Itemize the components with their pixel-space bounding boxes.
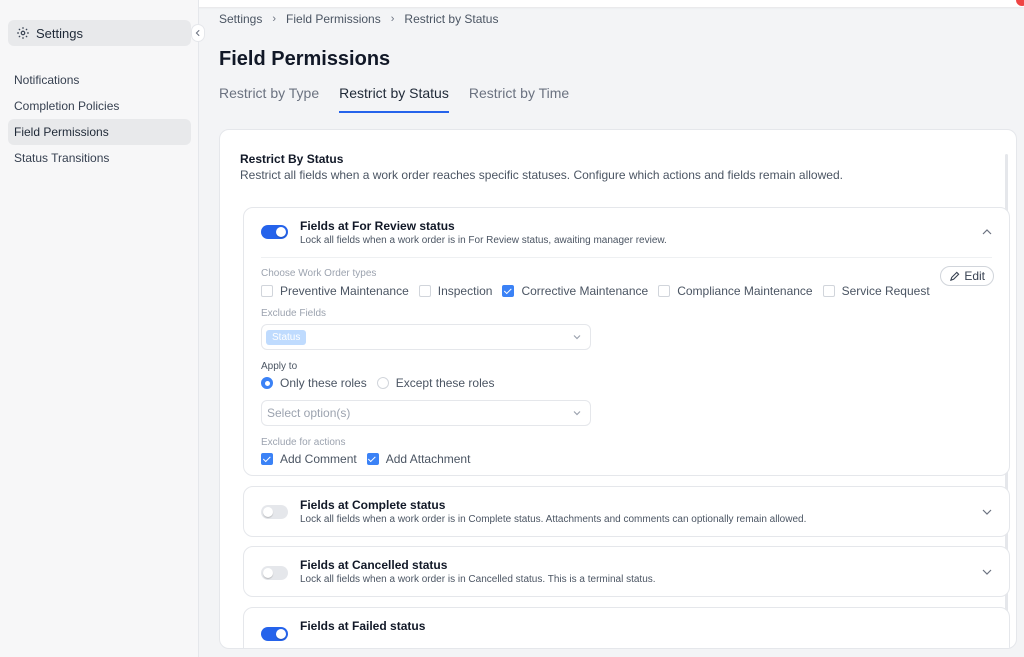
panel-description: Restrict all fields when a work order re… (240, 168, 843, 182)
action-label: Add Attachment (385, 452, 471, 466)
toggle-failed[interactable] (261, 627, 288, 641)
action-add-comment[interactable]: Add Comment (261, 452, 357, 466)
sidebar-nav: Notifications Completion Policies Field … (8, 67, 191, 171)
type-label: Corrective Maintenance (521, 284, 649, 298)
toggle-for-review[interactable] (261, 225, 288, 239)
checkbox[interactable] (366, 453, 379, 465)
apply-to-options: Only these roles Except these roles (261, 376, 504, 390)
status-card-for-review: Fields at For Review status Lock all fie… (243, 207, 1010, 476)
radio-except-these-roles[interactable]: Except these roles (376, 376, 495, 390)
chevron-left-icon (195, 29, 200, 37)
type-compliance-maintenance[interactable]: Compliance Maintenance (658, 284, 813, 298)
work-order-types-label: Choose Work Order types (261, 268, 377, 279)
type-inspection[interactable]: Inspection (418, 284, 493, 298)
type-label: Inspection (437, 284, 493, 298)
checkbox[interactable] (822, 285, 835, 297)
exclude-fields-label: Exclude Fields (261, 308, 327, 319)
chevron-down-icon[interactable] (981, 566, 993, 578)
exclude-actions-label: Exclude for actions (261, 437, 346, 448)
card-description: Lock all fields when a work order is in … (300, 514, 807, 525)
checkbox[interactable] (502, 285, 515, 297)
type-service-request[interactable]: Service Request (822, 284, 930, 298)
chevron-down-icon (573, 411, 581, 416)
sidebar-header[interactable]: Settings (8, 20, 191, 46)
tab-restrict-by-time[interactable]: Restrict by Time (469, 85, 569, 113)
card-title: Fields at Complete status (300, 498, 446, 512)
card-title: Fields at Cancelled status (300, 558, 448, 572)
chevron-right-icon: › (272, 13, 277, 25)
page-title: Field Permissions (219, 48, 391, 70)
sidebar-header-label: Settings (36, 25, 83, 41)
card-description: Lock all fields when a work order is in … (300, 235, 667, 246)
tab-restrict-by-type[interactable]: Restrict by Type (219, 85, 319, 113)
sidebar-item-field-permissions[interactable]: Field Permissions (8, 119, 191, 145)
type-label: Service Request (841, 284, 930, 298)
radio[interactable] (376, 377, 389, 389)
type-preventive-maintenance[interactable]: Preventive Maintenance (261, 284, 409, 298)
status-card-failed[interactable]: Fields at Failed status (243, 607, 1010, 648)
radio-label: Only these roles (280, 376, 367, 390)
pencil-icon (950, 271, 960, 281)
sidebar-item-notifications[interactable]: Notifications (8, 67, 191, 93)
card-title: Fields at Failed status (300, 619, 426, 633)
status-card-complete[interactable]: Fields at Complete status Lock all field… (243, 486, 1010, 537)
sidebar: Settings Notifications Completion Polici… (0, 0, 199, 657)
roles-placeholder: Select option(s) (267, 406, 351, 420)
radio-label: Except these roles (395, 376, 495, 390)
checkbox[interactable] (261, 453, 273, 465)
sidebar-item-status-transitions[interactable]: Status Transitions (8, 145, 191, 171)
tab-restrict-by-status[interactable]: Restrict by Status (339, 85, 449, 113)
toggle-cancelled[interactable] (261, 566, 288, 580)
action-add-attachment[interactable]: Add Attachment (366, 452, 471, 466)
gear-icon (16, 26, 30, 40)
type-corrective-maintenance[interactable]: Corrective Maintenance (502, 284, 648, 298)
chevron-down-icon[interactable] (981, 506, 993, 518)
divider (261, 257, 992, 258)
roles-select[interactable]: Select option(s) (261, 400, 591, 426)
panel-title: Restrict By Status (240, 152, 344, 166)
tab-bar: Restrict by Type Restrict by Status Rest… (219, 85, 589, 113)
action-label: Add Comment (280, 452, 357, 466)
checkbox[interactable] (418, 285, 431, 297)
exclude-field-tag: Status (266, 329, 307, 345)
breadcrumb-settings[interactable]: Settings (219, 12, 262, 26)
breadcrumb: Settings › Field Permissions › Restrict … (219, 12, 498, 26)
exclude-fields-select[interactable]: Status (261, 324, 591, 350)
radio-only-these-roles[interactable]: Only these roles (261, 376, 367, 390)
chevron-right-icon: › (390, 13, 395, 25)
chevron-up-icon[interactable] (981, 226, 993, 238)
collapse-sidebar-button[interactable] (191, 24, 205, 42)
edit-button[interactable]: Edit (940, 266, 994, 286)
chevron-down-icon (573, 335, 581, 340)
exclude-actions: Add Comment Add Attachment (261, 452, 480, 466)
breadcrumb-field-permissions[interactable]: Field Permissions (286, 12, 381, 26)
restrict-by-status-panel: Restrict By Status Restrict all fields w… (219, 129, 1017, 649)
breadcrumb-restrict-by-status: Restrict by Status (404, 12, 499, 26)
checkbox[interactable] (658, 285, 671, 297)
card-description: Lock all fields when a work order is in … (300, 574, 656, 585)
toggle-complete[interactable] (261, 505, 288, 519)
checkbox[interactable] (261, 285, 273, 297)
type-label: Compliance Maintenance (677, 284, 813, 298)
work-order-types: Preventive Maintenance Inspection Correc… (261, 284, 940, 298)
edit-button-label: Edit (964, 269, 985, 283)
radio[interactable] (261, 377, 273, 389)
status-card-cancelled[interactable]: Fields at Cancelled status Lock all fiel… (243, 546, 1010, 597)
type-label: Preventive Maintenance (280, 284, 409, 298)
sidebar-item-completion-policies[interactable]: Completion Policies (8, 93, 191, 119)
card-title: Fields at For Review status (300, 219, 455, 233)
apply-to-label: Apply to (261, 361, 298, 372)
